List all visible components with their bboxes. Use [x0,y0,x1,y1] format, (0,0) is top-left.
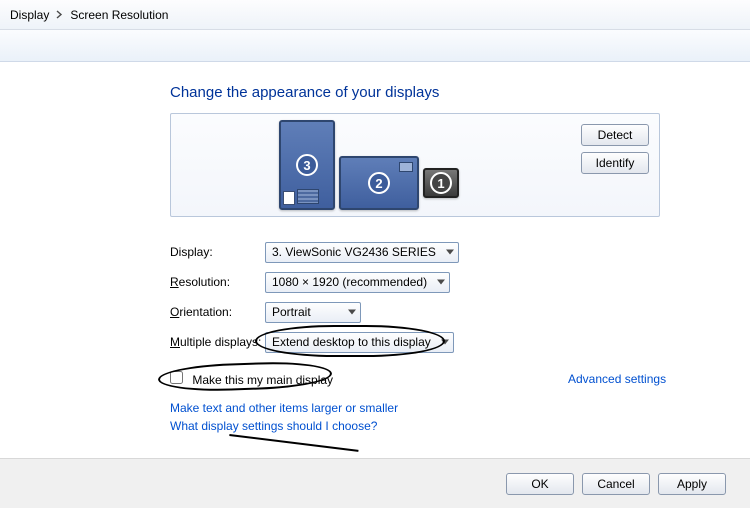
main-display-checkbox-label[interactable]: Make this my main display [192,373,333,387]
chevron-down-icon [441,340,449,345]
breadcrumb-separator-icon [56,9,63,20]
monitor-1-number: 1 [430,172,452,194]
monitor-3-keyboard-icon [297,189,319,204]
monitor-2[interactable]: 2 [339,156,419,210]
help-links: Make text and other items larger or smal… [170,401,660,433]
display-preview-panel[interactable]: 3 2 1 Detect Identify [170,113,660,217]
resolution-select[interactable]: 1080 × 1920 (recommended) [265,272,450,293]
multiple-displays-label: Multiple displays: [170,335,265,349]
orientation-label: Orientation: [170,305,265,319]
chevron-down-icon [348,310,356,315]
display-select[interactable]: 3. ViewSonic VG2436 SERIES [265,242,459,263]
monitor-3-window-icon [283,191,295,205]
main-display-checkbox[interactable] [170,371,183,384]
monitor-3[interactable]: 3 [279,120,335,210]
breadcrumb-display[interactable]: Display [6,6,53,24]
breadcrumb-screen-resolution[interactable]: Screen Resolution [66,6,172,24]
screen-resolution-window: Display Screen Resolution Change the app… [0,0,750,508]
content-area: Change the appearance of your displays 3… [0,62,750,433]
display-settings-form: Display: 3. ViewSonic VG2436 SERIES Reso… [170,237,660,433]
display-label: Display: [170,245,265,259]
multiple-displays-select-value: Extend desktop to this display [272,335,431,349]
identify-button[interactable]: Identify [581,152,649,174]
orientation-select-value: Portrait [272,305,311,319]
text-size-link[interactable]: Make text and other items larger or smal… [170,401,660,415]
advanced-settings-link[interactable]: Advanced settings [568,372,666,386]
detect-button[interactable]: Detect [581,124,649,146]
dialog-button-strip: OK Cancel Apply [0,458,750,508]
page-title: Change the appearance of your displays [170,84,750,101]
chevron-down-icon [437,280,445,285]
apply-button[interactable]: Apply [658,473,726,495]
monitor-2-number: 2 [368,172,390,194]
orientation-select[interactable]: Portrait [265,302,361,323]
multiple-displays-select[interactable]: Extend desktop to this display [265,332,454,353]
resolution-label: Resolution: [170,275,265,289]
resolution-select-value: 1080 × 1920 (recommended) [272,275,427,289]
cancel-button[interactable]: Cancel [582,473,650,495]
display-help-link[interactable]: What display settings should I choose? [170,419,660,433]
monitor-3-number: 3 [296,154,318,176]
monitor-1[interactable]: 1 [423,168,459,198]
monitor-2-window-icon [399,162,413,172]
address-bar: Display Screen Resolution [0,0,750,30]
toolbar-area [0,30,750,62]
chevron-down-icon [446,250,454,255]
ok-button[interactable]: OK [506,473,574,495]
display-select-value: 3. ViewSonic VG2436 SERIES [272,245,436,259]
